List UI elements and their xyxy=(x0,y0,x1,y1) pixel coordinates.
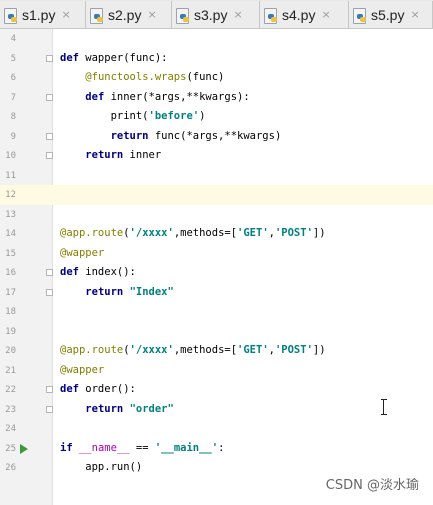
code-text: @app.route('/xxxx',methods=['GET','POST'… xyxy=(60,344,326,356)
line-number: 19 xyxy=(5,326,16,337)
code-text: @wapper xyxy=(60,246,105,259)
line-number: 12 xyxy=(5,190,16,200)
code-line[interactable]: 13 xyxy=(0,205,433,225)
close-tab-icon[interactable]: × xyxy=(410,8,419,21)
fold-marker-icon[interactable] xyxy=(46,132,53,140)
code-line[interactable]: 5 def wapper(func): xyxy=(0,49,433,69)
tab-label: s5.py xyxy=(371,6,405,23)
line-number: 20 xyxy=(5,346,16,356)
code-line[interactable]: 6 @functools.wraps(func) xyxy=(0,68,433,88)
line-number: 16 xyxy=(5,268,16,278)
run-arrow-icon[interactable] xyxy=(20,443,28,454)
fold-marker-icon[interactable] xyxy=(46,386,53,393)
line-number: 10 xyxy=(5,151,16,161)
python-file-icon xyxy=(176,7,190,24)
code-text: @app.route('/xxxx',methods=['GET','POST'… xyxy=(60,227,326,239)
python-file-icon xyxy=(90,7,104,24)
line-number: 22 xyxy=(5,385,16,395)
line-number: 23 xyxy=(5,404,16,415)
python-file-icon xyxy=(4,7,18,24)
line-number: 24 xyxy=(5,424,16,434)
close-tab-icon[interactable]: × xyxy=(61,8,70,21)
line-number: 17 xyxy=(5,287,16,298)
code-line[interactable]: 24 xyxy=(0,419,433,439)
fold-marker-icon[interactable] xyxy=(46,54,53,62)
code-line[interactable]: 15 @wapper xyxy=(0,244,433,264)
code-line[interactable]: 22 def order(): xyxy=(0,380,433,400)
tab-label: s1.py xyxy=(22,6,56,23)
code-line[interactable]: 16 def index(): xyxy=(0,263,433,283)
code-text: return "order" xyxy=(85,402,174,415)
text-cursor-ibeam-icon xyxy=(381,399,387,415)
code-line[interactable]: 11 xyxy=(0,166,433,186)
editor-tab-bar: s1.py × s2.py × s3.py × s4.py × s5.py × xyxy=(0,0,433,29)
tab-s3-py[interactable]: s3.py × xyxy=(172,1,260,28)
code-line[interactable]: 18 xyxy=(0,302,433,322)
code-line[interactable]: 4 xyxy=(0,29,433,49)
code-text: return func(*args,**kwargs) xyxy=(110,129,282,142)
fold-marker-icon[interactable] xyxy=(46,152,53,159)
line-number: 26 xyxy=(5,463,16,473)
line-number: 14 xyxy=(5,229,16,239)
fold-marker-icon[interactable] xyxy=(46,93,53,101)
tab-s5-py[interactable]: s5.py × xyxy=(349,1,433,28)
line-number: 5 xyxy=(10,53,16,64)
close-tab-icon[interactable]: × xyxy=(321,8,330,21)
code-text: return "Index" xyxy=(85,285,174,298)
code-text: @functools.wraps(func) xyxy=(85,71,225,83)
code-text: app.run() xyxy=(60,461,143,473)
line-number: 21 xyxy=(5,365,16,376)
code-line[interactable]: 25 if __name__ == '__main__': xyxy=(0,439,433,459)
watermark: CSDN @淡水瑜 xyxy=(325,478,419,493)
line-number: 18 xyxy=(5,307,16,317)
code-text: return inner xyxy=(85,149,162,161)
code-line[interactable]: 8 print('before') xyxy=(0,107,433,127)
code-line[interactable]: 7 def inner(*args,**kwargs): xyxy=(0,88,433,108)
python-file-icon xyxy=(353,7,367,24)
tab-s2-py[interactable]: s2.py × xyxy=(86,1,172,28)
line-number: 25 xyxy=(5,443,16,454)
code-line[interactable]: 17 return "Index" xyxy=(0,283,433,303)
tab-s4-py[interactable]: s4.py × xyxy=(260,1,349,28)
line-number: 4 xyxy=(10,34,16,44)
code-line[interactable]: 19 xyxy=(0,322,433,342)
tab-label: s4.py xyxy=(282,6,316,23)
code-editor[interactable]: 4 5 def wapper(func): 6 @functools.wraps(fu… xyxy=(0,29,433,505)
code-line[interactable]: 12 xyxy=(0,185,433,205)
tab-s1-py[interactable]: s1.py × xyxy=(0,1,86,28)
tab-label: s2.py xyxy=(108,6,142,23)
code-text: @wapper xyxy=(60,363,105,376)
code-text: def index(): xyxy=(60,266,136,278)
code-line[interactable]: 23 return "order" xyxy=(0,400,433,420)
code-line[interactable]: 21 @wapper xyxy=(0,361,433,381)
close-tab-icon[interactable]: × xyxy=(147,8,156,21)
code-text: if __name__ == '__main__': xyxy=(60,441,225,454)
line-number: 11 xyxy=(5,170,16,181)
python-file-icon xyxy=(264,7,278,24)
fold-marker-icon[interactable] xyxy=(46,269,53,276)
code-text: print('before') xyxy=(60,110,206,122)
code-line[interactable]: 10 return inner xyxy=(0,146,433,166)
code-line[interactable]: 20 @app.route('/xxxx',methods=['GET','POS… xyxy=(0,341,433,361)
line-number: 7 xyxy=(10,92,16,103)
code-line[interactable]: 14 @app.route('/xxxx',methods=['GET','POS… xyxy=(0,224,433,244)
line-number: 13 xyxy=(5,209,16,220)
line-number: 6 xyxy=(10,73,16,83)
line-number: 8 xyxy=(10,112,16,122)
code-text: def inner(*args,**kwargs): xyxy=(85,90,250,103)
fold-marker-icon[interactable] xyxy=(46,288,53,296)
line-number: 9 xyxy=(10,131,16,142)
tab-label: s3.py xyxy=(194,6,228,23)
fold-marker-icon[interactable] xyxy=(46,405,53,413)
close-tab-icon[interactable]: × xyxy=(233,8,242,21)
code-line[interactable]: 9 return func(*args,**kwargs) xyxy=(0,127,433,147)
code-text: def order(): xyxy=(60,383,136,395)
code-text: def wapper(func): xyxy=(60,51,168,64)
line-number: 15 xyxy=(5,248,16,259)
